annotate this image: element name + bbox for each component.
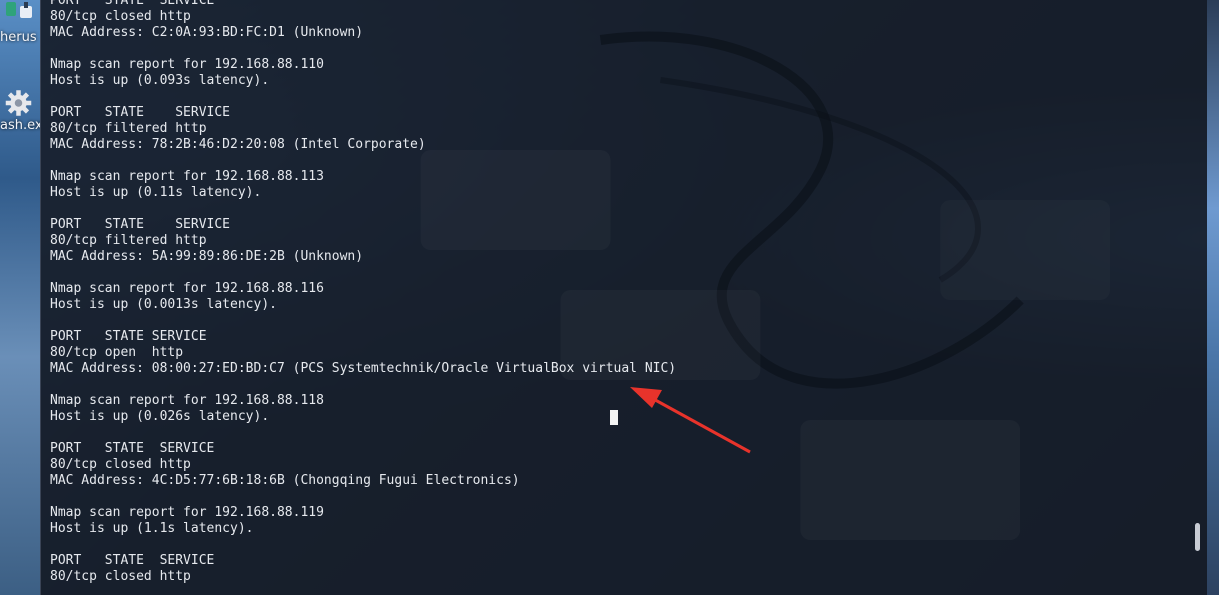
app-icon bbox=[6, 2, 32, 18]
terminal-line: PORT STATE SERVICE bbox=[50, 329, 207, 344]
terminal-line: PORT STATE SERVICE bbox=[50, 105, 231, 120]
terminal-line: Host is up (1.1s latency). bbox=[50, 521, 254, 536]
terminal-line: Nmap scan report for 192.168.88.118 bbox=[50, 393, 324, 408]
desktop-wallpaper-right bbox=[1207, 0, 1219, 595]
desktop-shortcut-label: herus bbox=[0, 30, 37, 45]
terminal-line: PORT STATE SERVICE bbox=[50, 441, 215, 456]
terminal-line: 80/tcp closed http bbox=[50, 569, 191, 584]
terminal-line: 80/tcp filtered http bbox=[50, 233, 207, 248]
scrollbar-thumb[interactable] bbox=[1195, 523, 1200, 551]
terminal-line: Nmap scan report for 192.168.88.116 bbox=[50, 281, 324, 296]
terminal-line: MAC Address: C2:0A:93:BD:FC:D1 (Unknown) bbox=[50, 25, 364, 40]
desktop-shortcut-ash[interactable]: ash.ex bbox=[0, 88, 40, 133]
terminal-line: 80/tcp filtered http bbox=[50, 121, 207, 136]
terminal-line: Nmap scan report for 192.168.88.119 bbox=[50, 505, 324, 520]
terminal-scrollbar[interactable] bbox=[1195, 0, 1201, 595]
terminal-line: Host is up (0.11s latency). bbox=[50, 185, 262, 200]
terminal-line: MAC Address: 78:2B:46:D2:20:08 (Intel Co… bbox=[50, 137, 426, 152]
terminal-output: PORT STATE SERVICE 80/tcp closed http MA… bbox=[50, 0, 676, 585]
terminal-line: Nmap scan report for 192.168.88.113 bbox=[50, 169, 324, 184]
terminal-line: 80/tcp closed http bbox=[50, 457, 191, 472]
desktop-shortcut-herus[interactable]: herus bbox=[0, 0, 40, 45]
terminal-line: Host is up (0.0013s latency). bbox=[50, 297, 277, 312]
terminal-line: 80/tcp closed http bbox=[50, 9, 191, 24]
terminal-line: 80/tcp open http bbox=[50, 345, 184, 360]
terminal-line: MAC Address: 5A:99:89:86:DE:2B (Unknown) bbox=[50, 249, 364, 264]
text-cursor bbox=[610, 410, 618, 425]
terminal-line: PORT STATE SERVICE bbox=[50, 553, 215, 568]
gear-icon bbox=[5, 90, 32, 116]
terminal-window[interactable]: PORT STATE SERVICE 80/tcp closed http MA… bbox=[40, 0, 1207, 595]
terminal-line: MAC Address: 4C:D5:77:6B:18:6B (Chongqin… bbox=[50, 473, 520, 488]
terminal-line: Nmap scan report for 192.168.88.110 bbox=[50, 57, 324, 72]
terminal-line: PORT STATE SERVICE bbox=[50, 217, 231, 232]
terminal-line: MAC Address: 08:00:27:ED:BD:C7 (PCS Syst… bbox=[50, 361, 677, 376]
terminal-line: PORT STATE SERVICE bbox=[50, 0, 215, 8]
terminal-line: Host is up (0.026s latency). bbox=[50, 409, 270, 424]
terminal-line: Host is up (0.093s latency). bbox=[50, 73, 270, 88]
desktop-shortcut-label: ash.ex bbox=[0, 118, 40, 133]
